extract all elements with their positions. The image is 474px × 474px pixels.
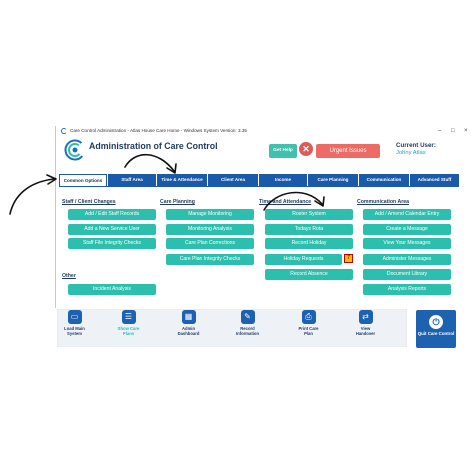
tab-care-planning[interactable]: Care Planning — [308, 174, 358, 186]
print-care-plan-label: Print Care Plan — [298, 326, 319, 336]
monitoring-analysis-button[interactable]: Monitoring Analysis — [166, 224, 254, 235]
incident-analysis-button[interactable]: Incident Analysis — [68, 284, 156, 295]
section-heading-time-attendance: Time and Attendance — [259, 199, 312, 205]
care-control-logo-icon — [64, 139, 86, 161]
handover-icon: ⇄ — [358, 310, 373, 324]
title-bar: Care Control Administration - Atlas Hous… — [56, 126, 474, 136]
add-amend-calendar-entry-button[interactable]: Add / Amend Calendar Entry — [363, 209, 451, 220]
print-care-plan-button[interactable]: ⎙ Print Care Plan — [295, 310, 322, 346]
quit-care-control-button[interactable]: ⏻ Quit Care Control — [416, 310, 456, 348]
window-title: Care Control Administration - Atlas Hous… — [70, 128, 247, 133]
record-absence-button[interactable]: Record Absence — [265, 269, 353, 280]
get-help-button[interactable]: Get Help — [269, 144, 297, 158]
add-new-service-user-button[interactable]: Add a New Service User — [68, 224, 156, 235]
header: Administration of Care Control Get Help … — [56, 136, 474, 172]
power-icon: ⏻ — [429, 315, 443, 329]
x-icon[interactable]: ✕ — [299, 142, 313, 156]
holiday-requests-button[interactable]: Holiday Requests — [265, 254, 342, 265]
close-window-icon[interactable]: × — [464, 126, 468, 136]
monitor-icon: ▭ — [67, 310, 82, 324]
admin-dashboard-button[interactable]: ▦ Admin Dashboard — [175, 310, 202, 346]
todays-rota-button[interactable]: Todays Rota — [265, 224, 353, 235]
section-heading-staff-client: Staff / Client Changes — [62, 199, 116, 205]
tab-advanced-stuff[interactable]: Advanced Stuff — [410, 174, 459, 186]
care-plan-corrections-button[interactable]: Care Plan Corrections — [166, 238, 254, 249]
manage-monitoring-button[interactable]: Manage Monitoring — [166, 209, 254, 220]
load-main-system-button[interactable]: ▭ Load Main System — [61, 310, 88, 346]
tab-bar: Common Options Staff Area Time & Attenda… — [59, 174, 459, 186]
holiday-requests-badge: 7 — [344, 254, 353, 263]
record-icon: ✎ — [240, 310, 255, 324]
tab-staff-area[interactable]: Staff Area — [108, 174, 156, 186]
minimize-icon[interactable]: – — [438, 126, 441, 136]
show-care-plans-button[interactable]: ☰ Show Care Plans — [115, 310, 142, 346]
show-care-plans-label: Show Care Plans — [117, 326, 140, 336]
staff-file-integrity-checks-button[interactable]: Staff File Integrity Checks — [68, 238, 156, 249]
view-handover-label: View Handover — [355, 326, 376, 336]
urgent-issues-button[interactable]: Urgent Issues — [316, 144, 380, 158]
care-plan-integrity-checks-button[interactable]: Care Plan Integrity Checks — [166, 254, 254, 265]
tab-time-attendance[interactable]: Time & Attendance — [157, 174, 207, 186]
roster-system-button[interactable]: Roster System — [265, 209, 353, 220]
maximize-icon[interactable]: □ — [451, 126, 455, 136]
record-holiday-button[interactable]: Record Holiday — [265, 238, 353, 249]
section-heading-communication: Communication Area — [357, 199, 409, 205]
tab-communication[interactable]: Communication — [359, 174, 409, 186]
tab-client-area[interactable]: Client Area — [208, 174, 258, 186]
tab-income[interactable]: Income — [259, 174, 307, 186]
current-user-name: Johny Atlas — [396, 150, 426, 156]
quit-care-control-label: Quit Care Control — [417, 331, 455, 336]
add-edit-staff-records-button[interactable]: Add / Edit Staff Records — [68, 209, 156, 220]
document-library-button[interactable]: Document Library — [363, 269, 451, 280]
tab-divider — [59, 186, 459, 187]
tab-common-options[interactable]: Common Options — [59, 174, 107, 186]
page-title: Administration of Care Control — [89, 141, 218, 151]
arrow-to-common-options — [9, 178, 55, 215]
care-plan-icon: ☰ — [121, 310, 136, 324]
view-your-messages-button[interactable]: View Your Messages — [363, 238, 451, 249]
admin-dashboard-label: Admin Dashboard — [177, 326, 200, 336]
create-message-button[interactable]: Create a Message — [363, 224, 451, 235]
view-handover-button[interactable]: ⇄ View Handover — [352, 310, 379, 346]
administer-messages-button[interactable]: Administer Messages — [363, 254, 451, 265]
load-main-system-label: Load Main System — [64, 326, 85, 336]
app-logo-icon — [61, 128, 67, 134]
section-heading-other: Other — [62, 273, 76, 279]
analysis-reports-button[interactable]: Analysis Reports — [363, 284, 451, 295]
printer-icon: ⎙ — [301, 310, 316, 324]
record-information-button[interactable]: ✎ Record Information — [234, 310, 261, 346]
current-user-label: Current User: — [396, 142, 436, 149]
record-information-label: Record Information — [235, 326, 260, 336]
section-heading-care-planning: Care Planning — [160, 199, 195, 205]
dashboard-icon: ▦ — [181, 310, 196, 324]
